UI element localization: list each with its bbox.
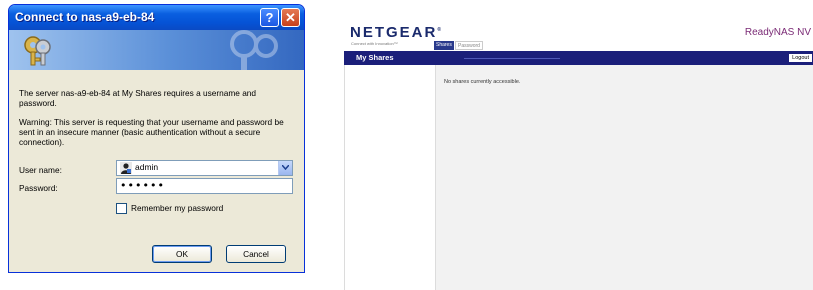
- password-input[interactable]: ••••••: [116, 178, 293, 194]
- password-value: ••••••: [120, 179, 165, 192]
- dialog-banner: [9, 30, 304, 70]
- readynas-page: NETGEAR® Connect with Innovation™ ReadyN…: [344, 14, 813, 290]
- nav-divider: [464, 58, 560, 59]
- cancel-button[interactable]: Cancel: [226, 245, 286, 263]
- logout-button[interactable]: Logout: [789, 54, 812, 62]
- netgear-tagline: Connect with Innovation™: [351, 41, 398, 46]
- dialog-warning: Warning: This server is requesting that …: [19, 117, 284, 147]
- sidebar: [344, 65, 436, 290]
- dialog-title: Connect to nas-a9-eb-84: [15, 10, 155, 24]
- password-label: Password:: [19, 183, 58, 193]
- close-button[interactable]: ✕: [281, 8, 300, 27]
- logo-text: NETGEAR: [350, 24, 438, 41]
- netgear-logo: NETGEAR®: [350, 24, 443, 41]
- chevron-down-icon: [282, 165, 289, 170]
- tab-password[interactable]: Password: [455, 41, 483, 50]
- nav-title: My Shares: [356, 53, 394, 62]
- username-combobox[interactable]: admin: [116, 160, 293, 176]
- logo-mark: ®: [437, 27, 444, 33]
- ok-button[interactable]: OK: [152, 245, 212, 263]
- shares-content: No shares currently accessible.: [436, 65, 813, 290]
- remember-password-label[interactable]: Remember my password: [131, 203, 223, 213]
- product-name: ReadyNAS NV: [744, 27, 811, 38]
- nav-bar: My Shares Logout: [344, 51, 813, 65]
- no-shares-message: No shares currently accessible.: [444, 79, 521, 85]
- dialog-titlebar[interactable]: Connect to nas-a9-eb-84 ? ✕: [9, 5, 304, 30]
- username-dropdown-button[interactable]: [278, 161, 292, 175]
- tab-shares[interactable]: Shares: [434, 41, 454, 50]
- help-button[interactable]: ?: [260, 8, 279, 27]
- login-dialog: Connect to nas-a9-eb-84 ? ✕ The server n…: [8, 4, 305, 273]
- user-icon: [120, 162, 132, 174]
- dialog-description: The server nas-a9-eb-84 at My Shares req…: [19, 88, 257, 108]
- keys-watermark-icon: [230, 30, 278, 70]
- username-label: User name:: [19, 165, 62, 175]
- remember-password-checkbox[interactable]: [116, 203, 127, 214]
- keys-icon: [24, 36, 51, 66]
- username-value: admin: [135, 162, 159, 172]
